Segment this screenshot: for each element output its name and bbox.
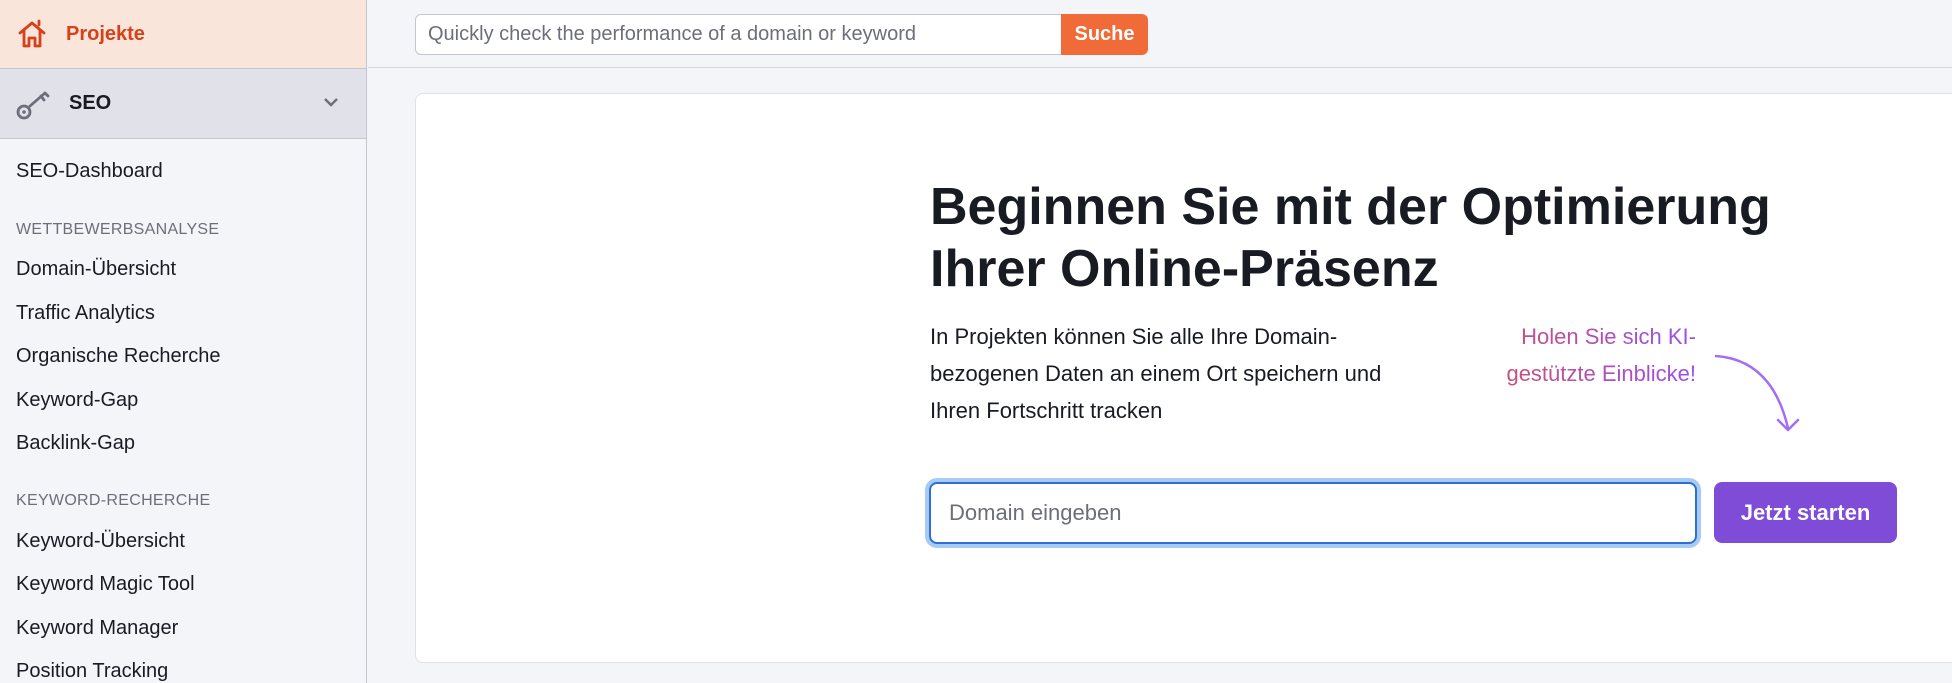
quick-search-input[interactable] — [415, 14, 1061, 55]
ki-line-2: gestützte Einblicke! — [1506, 361, 1696, 386]
ki-promo-text: Holen Sie sich KI-gestützte Einblicke! — [1506, 318, 1696, 392]
home-icon — [18, 19, 46, 48]
sidebar-item-position-tracking[interactable]: Position Tracking — [16, 660, 168, 683]
chevron-down-icon[interactable] — [322, 93, 340, 111]
sidebar-item-projekte[interactable]: Projekte — [0, 0, 366, 69]
projekte-label: Projekte — [66, 22, 145, 45]
sidebar-item-keyword-gap[interactable]: Keyword-Gap — [16, 389, 138, 412]
sidebar-item-keyword-manager[interactable]: Keyword Manager — [16, 617, 178, 640]
sidebar-item-domain-uebersicht[interactable]: Domain-Übersicht — [16, 258, 176, 281]
sidebar-item-traffic-analytics[interactable]: Traffic Analytics — [16, 302, 155, 325]
sidebar: Projekte SEO SEO-Dashboard WETTBEWERBSAN… — [0, 0, 367, 683]
sidebar-item-seo-dashboard[interactable]: SEO-Dashboard — [16, 160, 163, 183]
quick-search: Suche — [415, 14, 1148, 55]
sidebar-item-backlink-gap[interactable]: Backlink-Gap — [16, 432, 135, 455]
page-title: Beginnen Sie mit der Optimierung Ihrer O… — [930, 178, 1771, 298]
section-wettbewerbsanalyse: WETTBEWERBSANALYSE — [16, 221, 220, 238]
section-keyword-recherche: KEYWORD-RECHERCHE — [16, 492, 211, 509]
sidebar-item-keyword-uebersicht[interactable]: Keyword-Übersicht — [16, 530, 185, 553]
sidebar-item-seo[interactable]: SEO — [0, 69, 366, 139]
sidebar-item-keyword-magic-tool[interactable]: Keyword Magic Tool — [16, 573, 195, 596]
curved-arrow-icon — [1714, 354, 1800, 432]
domain-input[interactable] — [929, 482, 1697, 544]
sidebar-item-organische-recherche[interactable]: Organische Recherche — [16, 345, 221, 368]
ki-line-1: Holen Sie sich KI- — [1521, 324, 1696, 349]
description: In Projekten können Sie alle Ihre Domain… — [930, 324, 1382, 423]
seo-label: SEO — [69, 92, 112, 114]
key-icon — [16, 91, 50, 119]
search-button[interactable]: Suche — [1061, 14, 1148, 55]
top-bar: Suche — [368, 0, 1952, 68]
start-button[interactable]: Jetzt starten — [1714, 482, 1897, 543]
